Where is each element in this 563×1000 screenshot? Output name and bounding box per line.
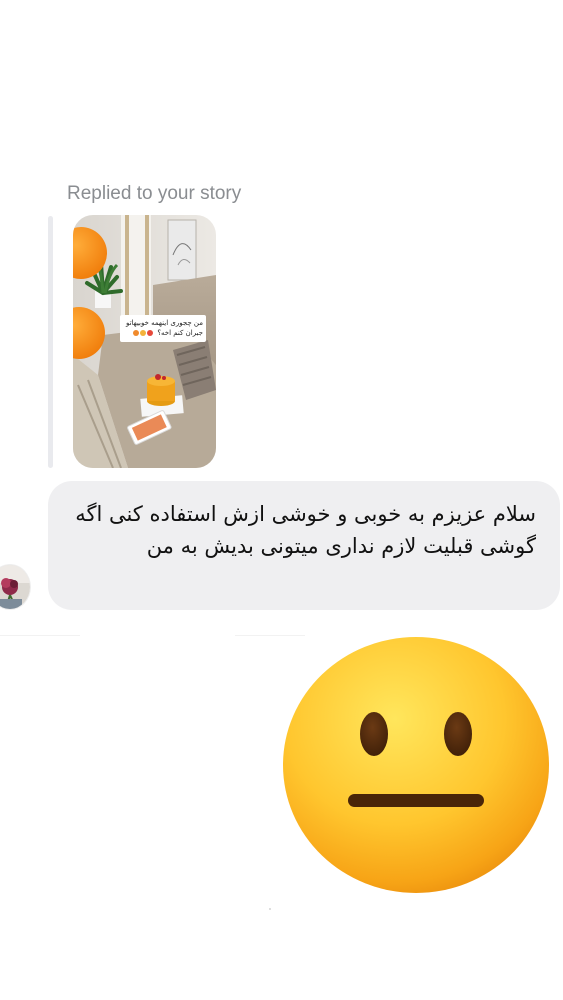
message-text: سلام عزیزم به خوبی و خوشی ازش استفاده کن… xyxy=(75,502,536,558)
neutral-face-emoji-icon[interactable] xyxy=(282,627,550,895)
story-thumbnail[interactable]: من چجوری اینهمه خوبیهاتو جبران کنم اخه؟ xyxy=(73,215,216,468)
heart-emoji-icons xyxy=(132,328,154,338)
dm-conversation: Replied to your story من چجوری اینهمه خو… xyxy=(0,0,563,1000)
divider-left xyxy=(0,635,80,636)
replied-to-story-label: Replied to your story xyxy=(67,183,242,204)
reply-indicator-bar xyxy=(48,216,53,468)
scroll-dot xyxy=(269,908,271,910)
story-text-sticker: من چجوری اینهمه خوبیهاتو جبران کنم اخه؟ xyxy=(120,315,206,342)
message-bubble[interactable]: سلام عزیزم به خوبی و خوشی ازش استفاده کن… xyxy=(48,481,560,610)
sender-avatar[interactable] xyxy=(0,564,31,610)
